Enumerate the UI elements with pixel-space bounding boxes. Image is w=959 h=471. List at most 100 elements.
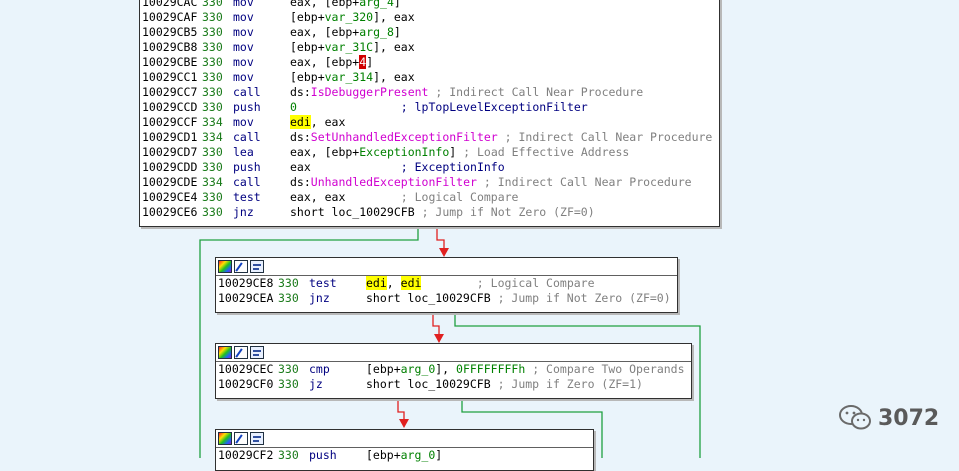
code-line[interactable]: 10029CC1 330 mov [ebp+var_314], eax <box>140 70 719 85</box>
operand[interactable]: eax <box>290 160 311 174</box>
operand[interactable]: ; ExceptionInfo <box>311 160 505 174</box>
code-line[interactable]: 10029CDE 334 call ds:UnhandledExceptionFilt… <box>140 175 719 190</box>
code-line[interactable]: 10029CF2 330 push [ebp+arg_0] <box>216 448 593 463</box>
operand[interactable]: short loc_10029CFB <box>290 205 422 219</box>
color-palette-icon[interactable] <box>218 432 232 445</box>
operand[interactable]: var_320 <box>325 10 373 24</box>
code-block-1[interactable]: 10029CAC 330 mov eax, [ebp+arg_4] 10029CAF 33… <box>139 0 720 227</box>
code-line[interactable]: 10029CBE 330 mov eax, [ebp+4] <box>140 55 719 70</box>
line-address: 10029CB8 <box>142 40 198 54</box>
operand[interactable]: ], <box>435 362 456 376</box>
rename-icon[interactable] <box>234 346 248 359</box>
operand[interactable]: eax, eax <box>290 190 345 204</box>
stack-pointer: 330 <box>202 190 223 204</box>
operand[interactable]: ] <box>449 145 463 159</box>
operand[interactable]: ] <box>366 55 373 69</box>
code-line[interactable]: 10029CC7 330 call ds:IsDebuggerPresent ; In… <box>140 85 719 100</box>
block-header <box>216 344 691 362</box>
operand[interactable]: eax, [ebp+ <box>290 0 359 9</box>
code-line[interactable]: 10029CE4 330 test eax, eax ; Logical Compar… <box>140 190 719 205</box>
edge-block1-false <box>436 226 445 251</box>
mnemonic: mov <box>233 0 254 9</box>
operand[interactable]: 0FFFFFFFFh <box>456 362 525 376</box>
operand[interactable]: [ebp+ <box>366 362 401 376</box>
code-line[interactable]: 10029CAC 330 mov eax, [ebp+arg_4] <box>140 0 719 10</box>
mnemonic: mov <box>233 25 254 39</box>
operand[interactable]: ] <box>394 0 401 9</box>
code-line[interactable]: 10029CF0 330 jz short loc_10029CFB ; Jump i… <box>216 377 691 392</box>
line-address: 10029CE4 <box>142 190 198 204</box>
line-address: 10029CEC <box>218 362 274 376</box>
code-line[interactable]: 10029CCF 334 mov edi, eax <box>140 115 719 130</box>
stack-pointer: 330 <box>278 291 299 305</box>
code-line[interactable]: 10029CD1 334 call ds:SetUnhandledExceptionF… <box>140 130 719 145</box>
graph-overview-icon[interactable] <box>250 260 264 273</box>
operand[interactable]: edi <box>290 115 311 129</box>
operand[interactable]: ] <box>435 448 442 462</box>
code-line[interactable]: 10029CDD 330 push eax ; ExceptionInfo <box>140 160 719 175</box>
operand[interactable]: var_31C <box>325 40 373 54</box>
color-palette-icon[interactable] <box>218 346 232 359</box>
operand[interactable]: ], eax <box>373 10 415 24</box>
operand[interactable]: edi <box>400 276 422 290</box>
rename-icon[interactable] <box>234 432 248 445</box>
operand[interactable]: 0 <box>290 100 297 114</box>
line-address: 10029CC1 <box>142 70 198 84</box>
code-line[interactable]: 10029CAF 330 mov [ebp+var_320], eax <box>140 10 719 25</box>
code-line[interactable]: 10029CCD 330 push 0 ; lpTopLevelExceptionFi… <box>140 100 719 115</box>
graph-overview-icon[interactable] <box>250 346 264 359</box>
operand[interactable]: eax, [ebp+ <box>290 25 359 39</box>
operand[interactable]: IsDebuggerPresent <box>311 85 429 99</box>
arrowhead-block4 <box>399 419 409 428</box>
operand[interactable]: [ebp+ <box>290 40 325 54</box>
arrowhead-block3 <box>434 334 444 343</box>
operand[interactable]: SetUnhandledExceptionFilter <box>311 130 498 144</box>
line-address: 10029CF2 <box>218 448 274 462</box>
code-line[interactable]: 10029CEA 330 jnz short loc_10029CFB ; Jump … <box>216 291 677 306</box>
code-block-3[interactable]: 10029CEC 330 cmp [ebp+arg_0], 0FFFFFFFFh ; … <box>215 343 692 399</box>
operand[interactable]: [ebp+ <box>290 10 325 24</box>
operand[interactable]: arg_0 <box>401 362 436 376</box>
operand[interactable]: ds: <box>290 175 311 189</box>
graph-overview-icon[interactable] <box>250 432 264 445</box>
wechat-icon <box>839 405 871 430</box>
block-header <box>216 258 677 276</box>
operand[interactable]: ; lpTopLevelExceptionFilter <box>297 100 588 114</box>
operand[interactable]: arg_8 <box>359 25 394 39</box>
operand[interactable]: ] <box>394 25 401 39</box>
operand[interactable]: eax, [ebp+ <box>290 145 359 159</box>
operand[interactable]: eax, [ebp+ <box>290 55 359 69</box>
code-block-4[interactable]: 10029CF2 330 push [ebp+arg_0] <box>215 429 594 471</box>
comment: ; Jump if Not Zero (ZF=0) <box>497 291 671 305</box>
rename-icon[interactable] <box>234 260 248 273</box>
stack-pointer: 330 <box>278 448 299 462</box>
operand[interactable]: , <box>387 276 401 290</box>
operand[interactable]: short loc_10029CFB <box>366 377 498 391</box>
operand[interactable]: arg_4 <box>359 0 394 9</box>
operand[interactable]: ], eax <box>373 40 415 54</box>
code-line[interactable]: 10029CEC 330 cmp [ebp+arg_0], 0FFFFFFFFh ; … <box>216 362 691 377</box>
operand[interactable]: , eax <box>311 115 346 129</box>
stack-pointer: 330 <box>202 40 223 54</box>
color-palette-icon[interactable] <box>218 260 232 273</box>
line-address: 10029CE6 <box>142 205 198 219</box>
operand[interactable]: ExceptionInfo <box>359 145 449 159</box>
operand[interactable]: ], eax <box>373 70 415 84</box>
operand[interactable]: short loc_10029CFB <box>366 291 498 305</box>
operand[interactable]: var_314 <box>325 70 373 84</box>
operand[interactable]: edi <box>366 276 387 290</box>
operand[interactable]: ds: <box>290 85 311 99</box>
operand[interactable]: [ebp+ <box>366 448 401 462</box>
operand[interactable]: arg_0 <box>401 448 436 462</box>
comment: ; Load Effective Address <box>463 145 630 159</box>
operand[interactable]: UnhandledExceptionFilter <box>311 175 477 189</box>
code-block-2[interactable]: 10029CE8 330 test edi, edi ; Logical Compar… <box>215 257 678 313</box>
operand[interactable]: [ebp+ <box>290 70 325 84</box>
code-line[interactable]: 10029CD7 330 lea eax, [ebp+ExceptionInfo] ;… <box>140 145 719 160</box>
code-line[interactable]: 10029CE6 330 jnz short loc_10029CFB ; Jump … <box>140 205 719 220</box>
operand[interactable]: ds: <box>290 130 311 144</box>
code-line[interactable]: 10029CE8 330 test edi, edi ; Logical Compar… <box>216 276 677 291</box>
line-address: 10029CB5 <box>142 25 198 39</box>
code-line[interactable]: 10029CB8 330 mov [ebp+var_31C], eax <box>140 40 719 55</box>
code-line[interactable]: 10029CB5 330 mov eax, [ebp+arg_8] <box>140 25 719 40</box>
